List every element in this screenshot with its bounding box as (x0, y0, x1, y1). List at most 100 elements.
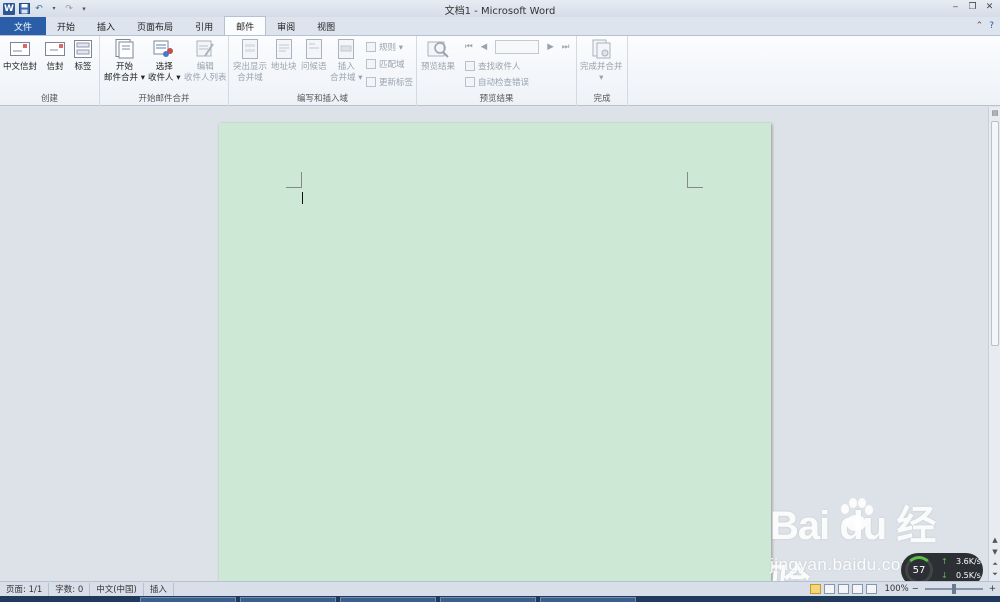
group-label-preview-results: 预览结果 (479, 94, 514, 104)
web-layout-view-icon[interactable] (838, 584, 850, 594)
preview-results-button[interactable]: 预览结果 (421, 38, 455, 73)
highlight-fields-icon (239, 38, 261, 60)
match-fields-icon (366, 59, 376, 69)
scroll-up-icon[interactable]: ▲ (990, 535, 1000, 545)
speed-gauge: 57 (905, 556, 933, 584)
highlight-merge-fields-button[interactable]: 突出显示 合并域 (233, 38, 267, 84)
label-icon (72, 38, 94, 60)
address-block-button[interactable]: 地址块 (271, 38, 297, 73)
finish-merge-icon (590, 38, 612, 60)
rules-button[interactable]: 规则 ▾ (366, 41, 403, 53)
tab-page-layout[interactable]: 页面布局 (126, 17, 184, 35)
zoom-level[interactable]: 100% (884, 584, 908, 594)
minimize-icon[interactable]: ‒ (947, 0, 964, 14)
ribbon-right-controls: ⌃ ? (976, 17, 1000, 35)
download-arrow-icon: ↓ (941, 571, 948, 580)
close-icon[interactable]: ✕ (981, 0, 998, 14)
status-bar: 页面: 1/1 字数: 0 中文(中国) 插入 100% − + (0, 581, 1000, 596)
taskbar-item[interactable] (540, 597, 636, 602)
next-record-icon[interactable]: ▶ (547, 42, 554, 52)
vertical-scrollbar[interactable]: ▤ ▲ ▼ ⏶ ⏷ (988, 107, 1000, 581)
group-preview-results: 预览结果 ⏮ ◀ ▶ ⏭ 查找收件人 自动检查错误 预览结果 (417, 36, 577, 106)
taskbar-item[interactable] (340, 597, 436, 602)
download-speed: 0.5K/s (956, 571, 981, 580)
auto-check-errors-button[interactable]: 自动检查错误 (465, 76, 529, 88)
check-errors-icon (465, 77, 475, 87)
labels-button[interactable]: 标签 (72, 38, 94, 73)
envelope-icon (9, 38, 31, 60)
rules-icon (366, 42, 376, 52)
mail-merge-icon (113, 38, 135, 60)
taskbar-item[interactable] (440, 597, 536, 602)
edit-recipient-list-button[interactable]: 编辑 收件人列表 (184, 38, 227, 84)
scroll-down-icon[interactable]: ▼ (990, 547, 1000, 557)
zoom-slider[interactable] (924, 584, 983, 594)
record-navigation: ⏮ ◀ ▶ ⏭ (465, 40, 569, 54)
group-finish: 完成并合并 ▾ 完成 (577, 36, 628, 106)
zoom-in-icon[interactable]: + (989, 584, 996, 594)
document-page[interactable] (219, 123, 771, 581)
paw-icon (841, 498, 873, 531)
envelope-icon (44, 38, 66, 60)
insert-merge-field-button[interactable]: 插入 合并域 ▾ (330, 38, 362, 84)
start-mail-merge-button[interactable]: 开始 邮件合并 ▾ (104, 38, 145, 84)
help-icon[interactable]: ? (989, 21, 994, 31)
tab-file[interactable]: 文件 (0, 17, 47, 35)
greeting-line-button[interactable]: 问候语 (301, 38, 327, 73)
tab-mailings[interactable]: 邮件 (224, 16, 267, 35)
group-label-start-mail-merge: 开始邮件合并 (138, 94, 190, 104)
last-record-icon[interactable]: ⏭ (562, 42, 570, 52)
update-labels-icon (366, 77, 376, 87)
envelopes-button[interactable]: 信封 (44, 38, 66, 73)
outline-view-icon[interactable] (852, 584, 864, 594)
tab-review[interactable]: 审阅 (266, 17, 306, 35)
preview-icon (427, 38, 449, 60)
finish-and-merge-button[interactable]: 完成并合并 ▾ (580, 38, 623, 84)
ruler-toggle-icon[interactable]: ▤ (990, 108, 1000, 118)
watermark-url: jingyan.baidu.com (770, 555, 916, 574)
page-count[interactable]: 页面: 1/1 (0, 582, 50, 596)
previous-page-icon[interactable]: ⏶ (990, 559, 1000, 569)
insert-field-icon (335, 38, 357, 60)
first-record-icon[interactable]: ⏮ (465, 42, 473, 52)
tab-view[interactable]: 视图 (306, 17, 346, 35)
tab-references[interactable]: 引用 (184, 17, 224, 35)
title-bar: W ↶ ▾ ↷ ▾ 文档1 - Microsoft Word ‒ ❐ ✕ (0, 0, 1000, 17)
find-recipient-button[interactable]: 查找收件人 (465, 60, 521, 72)
address-block-icon (273, 38, 295, 60)
record-number-input[interactable] (495, 40, 540, 54)
full-screen-reading-view-icon[interactable] (824, 584, 836, 594)
restore-icon[interactable]: ❐ (964, 0, 981, 14)
match-fields-button[interactable]: 匹配域 (366, 58, 405, 70)
taskbar-item[interactable] (240, 597, 336, 602)
taskbar-item[interactable] (140, 597, 236, 602)
insert-mode[interactable]: 插入 (144, 582, 174, 596)
chinese-envelope-button[interactable]: 中文信封 (3, 38, 37, 73)
view-zoom-controls: 100% − + (810, 584, 1000, 594)
word-count[interactable]: 字数: 0 (49, 582, 91, 596)
ribbon-mailings: 中文信封 信封 标签 创建 开始 邮件合并 ▾ 选择 收件人 ▾ 编辑 收件人列… (0, 36, 1000, 106)
crop-mark-top-left (286, 172, 302, 188)
print-layout-view-icon[interactable] (810, 584, 822, 594)
update-labels-button[interactable]: 更新标签 (366, 76, 413, 88)
language[interactable]: 中文(中国) (90, 582, 144, 596)
ribbon-tab-bar: 文件 开始 插入 页面布局 引用 邮件 审阅 视图 ⌃ ? (0, 16, 1000, 36)
tab-home[interactable]: 开始 (46, 17, 86, 35)
text-cursor (302, 192, 303, 204)
previous-record-icon[interactable]: ◀ (481, 42, 488, 52)
recipients-icon (153, 38, 175, 60)
next-page-icon[interactable]: ⏷ (990, 569, 1000, 579)
tab-insert[interactable]: 插入 (86, 17, 126, 35)
scrollbar-thumb[interactable] (991, 121, 999, 346)
window-title: 文档1 - Microsoft Word (444, 6, 556, 17)
crop-mark-top-right (687, 172, 703, 188)
upload-arrow-icon: ↑ (941, 557, 948, 566)
select-recipients-button[interactable]: 选择 收件人 ▾ (148, 38, 180, 84)
zoom-out-icon[interactable]: − (912, 584, 919, 594)
group-write-insert-fields: 突出显示 合并域 地址块 问候语 插入 合并域 ▾ 规则 ▾ 匹配域 更新标签 … (229, 36, 417, 106)
minimize-ribbon-icon[interactable]: ⌃ (976, 21, 984, 31)
zoom-slider-knob[interactable] (951, 584, 956, 594)
draft-view-icon[interactable] (866, 584, 878, 594)
upload-speed: 3.6K/s (956, 557, 981, 566)
group-create: 中文信封 信封 标签 创建 (0, 36, 100, 106)
